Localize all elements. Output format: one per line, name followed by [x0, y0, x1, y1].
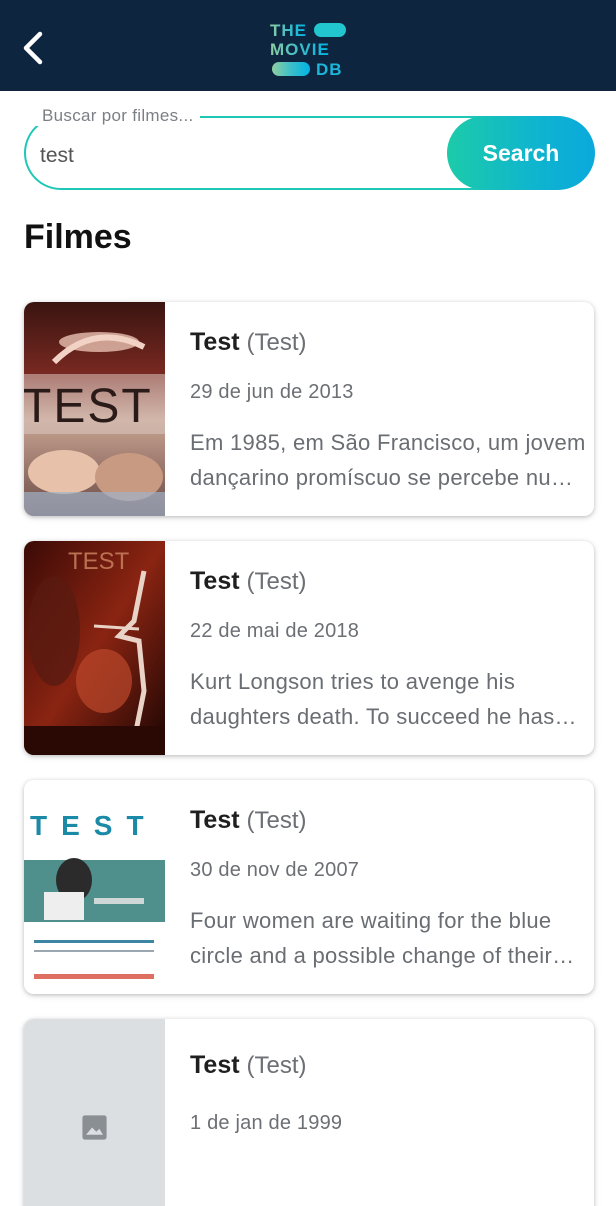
movie-title: Test [190, 328, 240, 356]
search-bar: Buscar por filmes... Search [24, 106, 596, 192]
movie-overview: Four women are waiting for the blue circ… [190, 908, 553, 968]
movie-info: Test (Test) 22 de mai de 2018 Kurt Longs… [190, 565, 586, 734]
logo-pill-top [314, 23, 346, 37]
movie-overview: Em 1985, em São Francisco, um jovem danç… [190, 430, 586, 490]
image-placeholder-icon [82, 1115, 107, 1140]
movie-release-date: 29 de jun de 2013 [190, 381, 354, 403]
movie-poster: TEST [24, 302, 165, 516]
movie-original-title: (Test) [246, 807, 307, 834]
movie-title-line: Test (Test) [190, 565, 586, 598]
movie-original-title: (Test) [246, 329, 307, 356]
movie-poster-placeholder [24, 1019, 165, 1206]
movie-original-title: (Test) [246, 568, 307, 595]
movie-original-title: (Test) [246, 1052, 307, 1079]
poster-title-text: TEST [30, 810, 158, 841]
movie-card[interactable]: Test (Test) 1 de jan de 1999 [24, 1019, 594, 1206]
movie-release-date: 1 de jan de 1999 [190, 1112, 343, 1134]
movie-title-line: Test (Test) [190, 1049, 586, 1082]
search-button[interactable]: Search [447, 116, 595, 190]
movie-release-date: 22 de mai de 2018 [190, 620, 360, 642]
logo-pill-bottom [272, 62, 310, 76]
movie-poster: TEST [24, 541, 165, 755]
movie-card[interactable]: TEST Test (Test) 30 de nov de 2007 Four … [24, 780, 594, 994]
movie-poster: TEST [24, 780, 165, 994]
movie-info: Test (Test) 30 de nov de 2007 Four women… [190, 804, 586, 973]
search-input[interactable] [40, 136, 440, 176]
movie-title: Test [190, 806, 240, 834]
logo-text-movie: MOVIE [270, 40, 330, 59]
search-label: Buscar por filmes... [36, 106, 200, 126]
back-button[interactable] [16, 26, 56, 70]
back-arrow-icon [23, 31, 43, 65]
movie-title: Test [190, 567, 240, 595]
poster-title-text: TEST [24, 380, 153, 433]
movie-release-date: 30 de nov de 2007 [190, 859, 360, 881]
movie-title-line: Test (Test) [190, 326, 586, 359]
logo-text-db: DB [316, 60, 343, 78]
movie-info: Test (Test) 29 de jun de 2013 Em 1985, e… [190, 326, 586, 495]
movie-title-line: Test (Test) [190, 804, 586, 837]
movie-card[interactable]: TEST Test (Test) 29 de jun de 2013 Em 19… [24, 302, 594, 516]
tmdb-logo: THE MOVIE DB [270, 21, 346, 78]
poster-title-text: TEST [68, 548, 130, 575]
logo-text-the: THE [270, 21, 307, 40]
movie-overview: Kurt Longson tries to avenge his daughte… [190, 669, 555, 729]
section-title: Filmes [24, 218, 132, 256]
movie-card[interactable]: TEST Test (Test) 22 de mai de 2018 Kurt … [24, 541, 594, 755]
app-bar: THE MOVIE DB [0, 0, 616, 91]
movie-info: Test (Test) 1 de jan de 1999 [190, 1043, 586, 1136]
movie-title: Test [190, 1051, 240, 1079]
